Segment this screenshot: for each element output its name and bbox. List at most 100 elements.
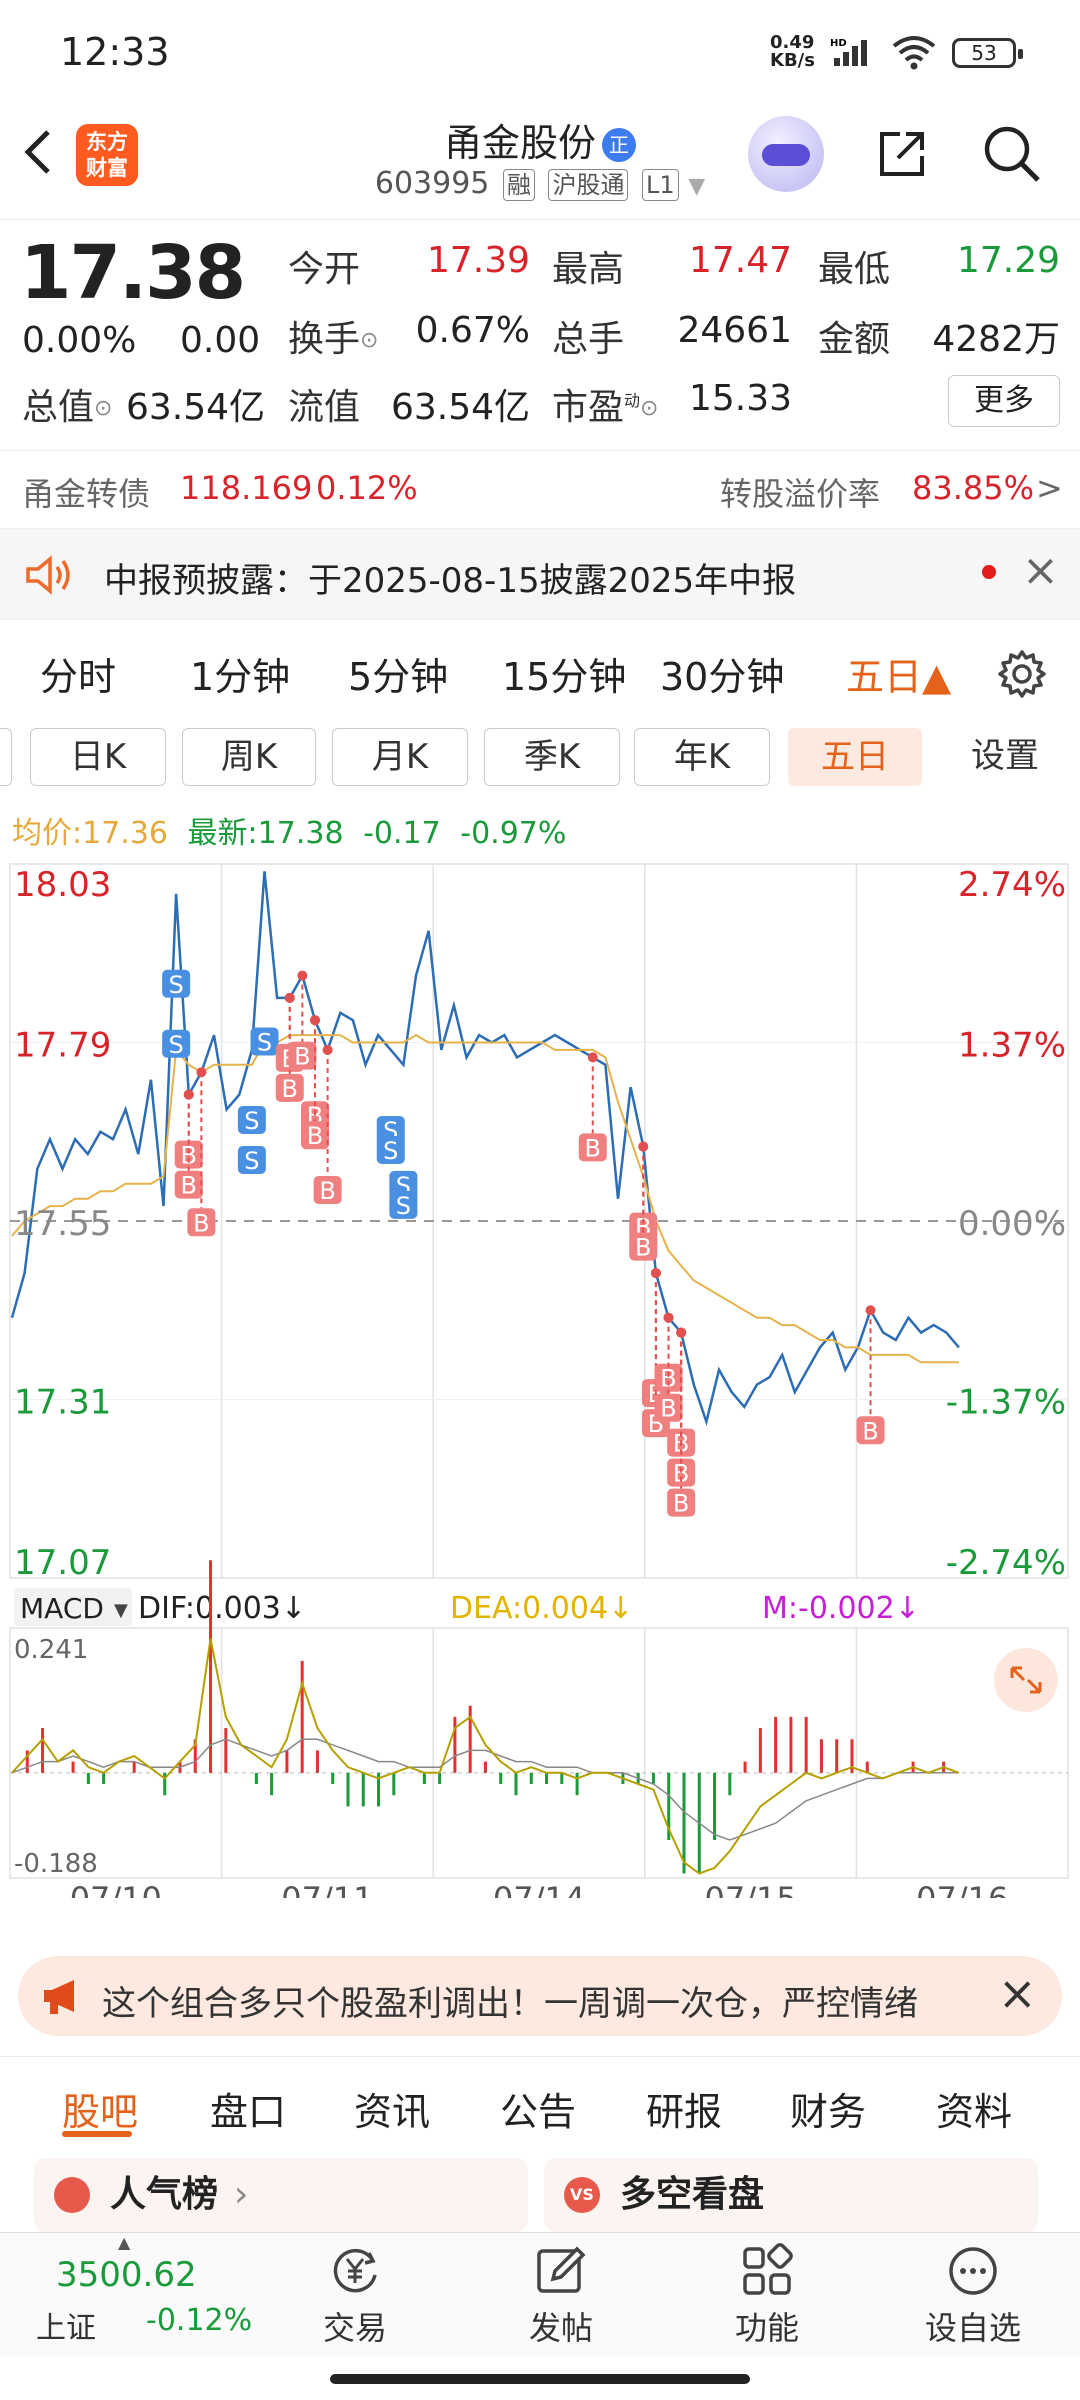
avg-price-row: 均价:17.36 最新:17.38 -0.17 -0.97% <box>12 808 566 852</box>
gear-icon[interactable] <box>996 648 1048 700</box>
five-day-chart[interactable]: SSSSSSSSSBBBBBBBBBBBBBBBBBBBB 18.03 17.79… <box>0 858 1080 1898</box>
more-button[interactable]: 更多 <box>948 375 1060 427</box>
ktab-day[interactable]: 日K <box>30 728 166 786</box>
label-float-cap: 流值 <box>288 387 361 428</box>
buy-signal-label: B <box>585 1134 601 1162</box>
more-circle-icon <box>949 2247 997 2295</box>
megaphone-icon <box>44 1980 74 2014</box>
chevron-down-icon: ▼ <box>114 1600 128 1621</box>
ktab-quarter[interactable]: 季K <box>484 728 620 786</box>
ktab-year[interactable]: 年K <box>634 728 770 786</box>
nav-post[interactable]: 发帖 <box>496 2243 626 2349</box>
dif-label: DIF:0.003↓ <box>138 1591 306 1626</box>
tab-five-day[interactable]: 五日▲ <box>846 646 951 701</box>
battery-icon: 53 <box>952 38 1023 68</box>
promo-banner[interactable]: 这个组合多只个股盈利调出！一周调一次仓，严控情绪 × <box>18 1956 1062 2036</box>
notice-bar[interactable]: 中报预披露：于2025-08-15披露2025年中报 × <box>0 528 1080 620</box>
avg-value: 17.36 <box>82 816 168 851</box>
tab-forum[interactable]: 股吧 <box>62 2081 138 2136</box>
status-bar: 12:33 0.49 KB/s HD 53 <box>0 0 1080 100</box>
buy-signal-label: B <box>319 1177 335 1205</box>
buy-signal-label: B <box>635 1234 651 1262</box>
index-ticker[interactable]: ▲ 3500.62 上证 -0.12% <box>0 2233 280 2357</box>
close-icon[interactable]: × <box>998 1966 1037 2020</box>
tab-timeshare[interactable]: 分时 <box>40 646 116 701</box>
share-icon[interactable] <box>872 124 932 184</box>
tab-15min[interactable]: 15分钟 <box>502 646 626 701</box>
ktab-week[interactable]: 周K <box>182 728 316 786</box>
close-icon[interactable]: × <box>1022 545 1059 596</box>
bond-label: 甬金转债 <box>22 475 151 513</box>
clock: 12:33 <box>60 30 170 74</box>
chart-signals: SSSSSSSSSBBBBBBBBBBBBBBBBBBBB <box>162 969 885 1518</box>
tab-profile[interactable]: 资料 <box>936 2081 1012 2136</box>
tab-1min[interactable]: 1分钟 <box>190 646 290 701</box>
assistant-avatar[interactable] <box>748 116 824 192</box>
y-tick-right: -1.37% <box>946 1383 1066 1423</box>
tab-news[interactable]: 资讯 <box>354 2081 430 2136</box>
chevron-down-icon: ▼ <box>688 174 706 199</box>
nav-post-label: 发帖 <box>528 2309 593 2347</box>
value-float-cap: 63.54亿 <box>390 387 530 428</box>
stock-name-text: 甬金股份 <box>443 121 596 165</box>
buy-signal-label: B <box>862 1417 878 1445</box>
label-low: 最低 <box>818 249 891 290</box>
sell-signal-label: S <box>383 1137 398 1165</box>
signal-icon: HD <box>830 38 867 66</box>
tab-research[interactable]: 研报 <box>646 2081 722 2136</box>
vs-icon: VS <box>564 2177 600 2213</box>
buy-dot <box>676 1327 687 1338</box>
tab-announcements[interactable]: 公告 <box>500 2081 576 2136</box>
premium-value: 83.85% <box>912 469 1035 507</box>
grid-icon <box>743 2243 793 2295</box>
macd-tick-bottom: -0.188 <box>14 1849 98 1879</box>
search-icon[interactable] <box>980 122 1044 186</box>
ktab-month[interactable]: 月K <box>332 728 468 786</box>
tab-orderbook[interactable]: 盘口 <box>210 2081 286 2136</box>
latest-change: -0.17 <box>363 816 441 851</box>
buy-dot <box>310 1015 321 1026</box>
label-pe[interactable]: 市盈动⊙ <box>552 378 658 430</box>
ktab-edge[interactable] <box>0 728 12 786</box>
bull-bear-label: 多空看盘 <box>620 2174 765 2215</box>
popularity-card[interactable]: 人气榜 › <box>34 2158 528 2232</box>
net-type-label: HD <box>830 38 847 49</box>
y-tick-left: 17.07 <box>14 1543 111 1583</box>
tab-financials[interactable]: 财务 <box>790 2081 866 2136</box>
chart-grid <box>9 863 1069 1878</box>
ktab-five-day[interactable]: 五日 <box>788 728 922 786</box>
info-icon: ⊙ <box>94 396 113 421</box>
net-speed: 0.49 KB/s <box>770 34 815 70</box>
label-amount: 金额 <box>818 319 891 360</box>
buy-signal-label: B <box>193 1209 209 1237</box>
sell-signal-label: S <box>396 1192 411 1220</box>
nav-functions[interactable]: 功能 <box>702 2243 832 2349</box>
value-low: 17.29 <box>956 240 1060 281</box>
label-high: 最高 <box>552 249 625 290</box>
label-volume: 总手 <box>552 319 625 360</box>
dea-line <box>11 1738 959 1841</box>
convertible-bond-row[interactable]: 甬金转债 118.169 0.12% 转股溢价率 83.85% > <box>0 450 1080 526</box>
buy-signal-label: B <box>660 1395 676 1423</box>
yuan-refresh-icon <box>333 2248 377 2293</box>
y-tick-right: 2.74% <box>958 865 1066 905</box>
expand-button[interactable] <box>994 1648 1058 1712</box>
index-name: 上证 <box>36 2311 96 2346</box>
macd-frame <box>9 1627 1069 1879</box>
tag-connect: 沪股通 <box>548 169 629 201</box>
x-tick-label: 07/11 <box>281 1880 373 1898</box>
label-market-cap[interactable]: 总值⊙ <box>22 378 112 430</box>
nav-trade[interactable]: 交易 <box>290 2243 420 2349</box>
label-turnover[interactable]: 换手⊙ <box>288 310 378 362</box>
nav-add-watchlist[interactable]: 设自选 <box>908 2243 1038 2349</box>
bond-price: 118.169 <box>180 469 313 507</box>
buy-signal-label: B <box>282 1075 298 1103</box>
x-tick-label: 07/14 <box>493 1880 585 1898</box>
tab-30min[interactable]: 30分钟 <box>660 646 784 701</box>
tab-5min[interactable]: 5分钟 <box>348 646 448 701</box>
buy-signal-label: B <box>660 1365 676 1393</box>
tag-level: L1 <box>642 169 679 201</box>
change-percent: 0.00% <box>22 320 137 361</box>
ktab-settings[interactable]: 设置 <box>940 728 1070 786</box>
bull-bear-card[interactable]: VS 多空看盘 <box>544 2158 1038 2232</box>
